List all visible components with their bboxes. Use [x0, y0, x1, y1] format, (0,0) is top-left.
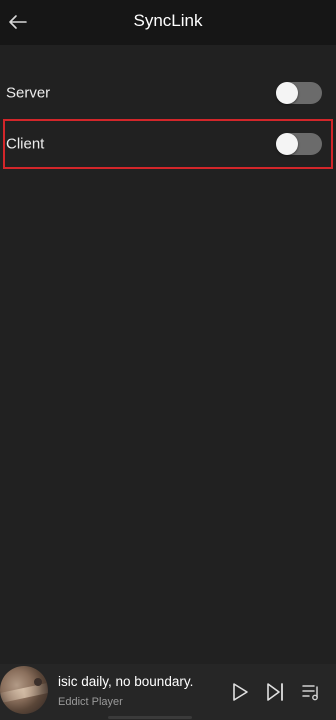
track-title: isic daily, no boundary. [58, 674, 194, 689]
home-indicator [108, 716, 192, 719]
setting-row-client[interactable]: Client [0, 119, 336, 169]
app-header: SyncLink [0, 0, 336, 45]
client-toggle[interactable] [276, 133, 322, 155]
queue-music-icon [302, 685, 318, 701]
play-button[interactable] [227, 679, 253, 705]
album-art-center [34, 678, 42, 686]
queue-button[interactable] [298, 679, 324, 705]
setting-row-server[interactable]: Server [0, 68, 336, 118]
server-toggle[interactable] [276, 82, 322, 104]
play-icon [233, 683, 248, 701]
mini-player[interactable]: isic daily, no boundary. Eddict Player [0, 664, 336, 720]
setting-label-client: Client [6, 135, 45, 153]
skip-next-icon [267, 683, 283, 701]
toggle-knob [276, 133, 298, 155]
next-button[interactable] [262, 679, 288, 705]
page-title: SyncLink [133, 11, 203, 30]
synclink-screen: SyncLink Server Client isic daily, no bo… [0, 0, 336, 720]
album-art-shine [0, 683, 48, 703]
toggle-knob [276, 82, 298, 104]
track-artist: Eddict Player [58, 696, 123, 708]
setting-label-server: Server [6, 84, 51, 102]
album-art[interactable] [0, 666, 48, 714]
